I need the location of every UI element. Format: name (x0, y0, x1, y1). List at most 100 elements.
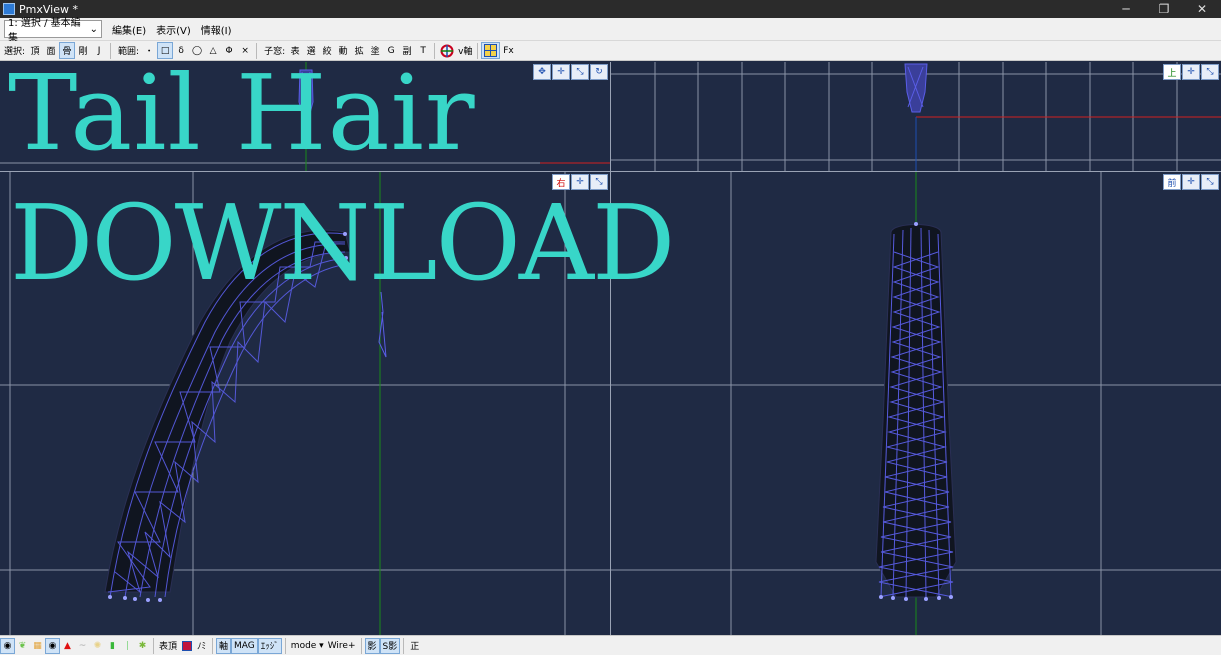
viewport-right-view-canvas (0, 172, 610, 635)
morph-icon: ✱ (138, 640, 147, 651)
viewport-front-view[interactable]: 前 ✛ ⤡ (611, 172, 1221, 635)
fx-button[interactable]: Fx (500, 42, 516, 59)
zoom-icon[interactable]: ⤡ (571, 64, 589, 80)
material-display-button[interactable]: ❦ (15, 638, 30, 654)
close-button[interactable]: ✕ (1183, 0, 1221, 18)
viewport-divider-horizontal[interactable] (0, 171, 1221, 172)
subwindow-label: 子窓: (264, 47, 286, 57)
mag-button[interactable]: MAG (231, 637, 258, 654)
mode-dropdown[interactable]: mode ▾ (289, 638, 326, 654)
divider (256, 42, 258, 59)
menu-edit[interactable]: 編集(E) (112, 22, 146, 37)
table-vertex-button[interactable]: 表頂 (157, 638, 179, 654)
move-icon[interactable]: ✥ (533, 64, 551, 80)
subwin-paint-button[interactable]: 塗 (367, 42, 383, 59)
view-top-label[interactable]: 上 (1163, 64, 1181, 80)
minimize-button[interactable]: ─ (1107, 0, 1145, 18)
subwin-scale-button[interactable]: 拡 (351, 42, 367, 59)
viewport-top-left-canvas (0, 62, 610, 171)
range-rect-button[interactable]: □ (157, 42, 174, 59)
viewport-top-view[interactable]: 上 ✛ ⤡ (611, 62, 1221, 171)
zoom-icon[interactable]: ⤡ (1201, 174, 1219, 190)
grid-icon (484, 44, 498, 57)
zoom-icon[interactable]: ⤡ (1201, 64, 1219, 80)
divider (284, 637, 286, 654)
view-right-label[interactable]: 右 (552, 174, 570, 190)
viewport-controls: ✥ ✛ ⤡ ↻ (533, 64, 608, 80)
range-triangle-button[interactable]: △ (205, 42, 221, 59)
pan-icon[interactable]: ✛ (1182, 64, 1200, 80)
viewport-controls: 右 ✛ ⤡ (552, 174, 608, 190)
vertex-display-button[interactable]: ◉ (0, 637, 15, 654)
color-swatch-button[interactable] (179, 638, 194, 654)
pan-icon[interactable]: ✛ (571, 174, 589, 190)
battery-icon: ▮ (110, 640, 115, 651)
axis-toggle-button[interactable] (438, 42, 456, 59)
color-wheel-icon (440, 44, 454, 57)
morph-display-button[interactable]: ✱ (135, 638, 150, 654)
subwin-table-button[interactable]: 表 (287, 42, 303, 59)
subwin-move-button[interactable]: 動 (335, 42, 351, 59)
select-face-button[interactable]: 面 (43, 42, 59, 59)
viewport-front-view-canvas (611, 172, 1221, 635)
viewport-controls: 上 ✛ ⤡ (1163, 64, 1219, 80)
no-normal-button[interactable]: ﾉﾐ (194, 638, 209, 654)
select-bone-button[interactable]: 骨 (59, 42, 76, 59)
v-axis-button[interactable]: v軸 (456, 42, 474, 59)
chevron-down-icon: ⌄ (89, 23, 98, 35)
viewport-right-view[interactable]: 右 ✛ ⤡ (0, 172, 610, 635)
box-icon: ▦ (33, 640, 42, 651)
wave-icon: ~ (78, 640, 87, 651)
wave-display-button[interactable]: ~ (75, 638, 90, 654)
light-display-button[interactable]: ✺ (90, 638, 105, 654)
texture-display-button[interactable]: ▦ (30, 638, 45, 654)
range-clear-button[interactable]: × (237, 42, 253, 59)
range-circle-button[interactable]: ◯ (189, 42, 205, 59)
viewport-top-view-canvas (611, 62, 1221, 171)
subwin-sub-button[interactable]: 副 (399, 42, 415, 59)
bone-display-button[interactable]: ◉ (45, 637, 60, 654)
divider (434, 42, 436, 59)
pan-icon[interactable]: ✛ (1182, 174, 1200, 190)
select-vertex-button[interactable]: 頂 (27, 42, 43, 59)
quad-view-button[interactable] (481, 42, 501, 59)
pin-display-button[interactable]: ❘ (120, 638, 135, 654)
view-front-label[interactable]: 前 (1163, 174, 1181, 190)
range-lasso-button[interactable]: δ (173, 42, 189, 59)
viewport-divider-vertical[interactable] (610, 62, 611, 635)
viewport-top-left[interactable]: ✥ ✛ ⤡ ↻ (0, 62, 610, 171)
divider (477, 42, 479, 59)
pan-icon[interactable]: ✛ (552, 64, 570, 80)
menu-info[interactable]: 情報(I) (201, 22, 232, 37)
pin-icon: ❘ (123, 640, 132, 651)
subwin-filter-button[interactable]: 絞 (319, 42, 335, 59)
wire-button[interactable]: Wire+ (326, 638, 358, 654)
subwin-select-button[interactable]: 選 (303, 42, 319, 59)
mode-select[interactable]: 1: 選択 / 基本編集 ⌄ (4, 18, 102, 44)
select-joint-button[interactable]: J (91, 42, 107, 59)
edge-button[interactable]: ｴｯｼﾞ (257, 637, 282, 654)
menu-view[interactable]: 表示(V) (156, 22, 191, 37)
viewport-controls: 前 ✛ ⤡ (1163, 174, 1219, 190)
divider (153, 637, 154, 654)
rotate-icon[interactable]: ↻ (590, 64, 608, 80)
ortho-button[interactable]: 正 (407, 638, 422, 654)
triangle-display-button[interactable]: ▲ (60, 638, 75, 654)
axis-button[interactable]: 軸 (216, 637, 232, 654)
range-label: 範囲: (118, 47, 140, 57)
divider (360, 637, 362, 654)
shadow-button[interactable]: 影 (364, 637, 380, 654)
menu-bar: 1: 選択 / 基本編集 ⌄ 編集(E) 表示(V) 情報(I) (0, 18, 1221, 44)
subwin-t-button[interactable]: T (415, 42, 431, 59)
mode-select-value: 1: 選択 / 基本編集 (8, 18, 81, 44)
range-phi-button[interactable]: Φ (221, 42, 237, 59)
zoom-icon[interactable]: ⤡ (590, 174, 608, 190)
restore-button[interactable]: ❐ (1145, 0, 1183, 18)
range-point-button[interactable]: ・ (141, 42, 157, 59)
select-rigid-button[interactable]: 剛 (75, 42, 91, 59)
light-icon: ✺ (93, 640, 102, 651)
self-shadow-button[interactable]: S影 (379, 637, 401, 654)
battery-display-button[interactable]: ▮ (105, 638, 120, 654)
divider (212, 637, 214, 654)
subwin-g-button[interactable]: G (383, 42, 399, 59)
